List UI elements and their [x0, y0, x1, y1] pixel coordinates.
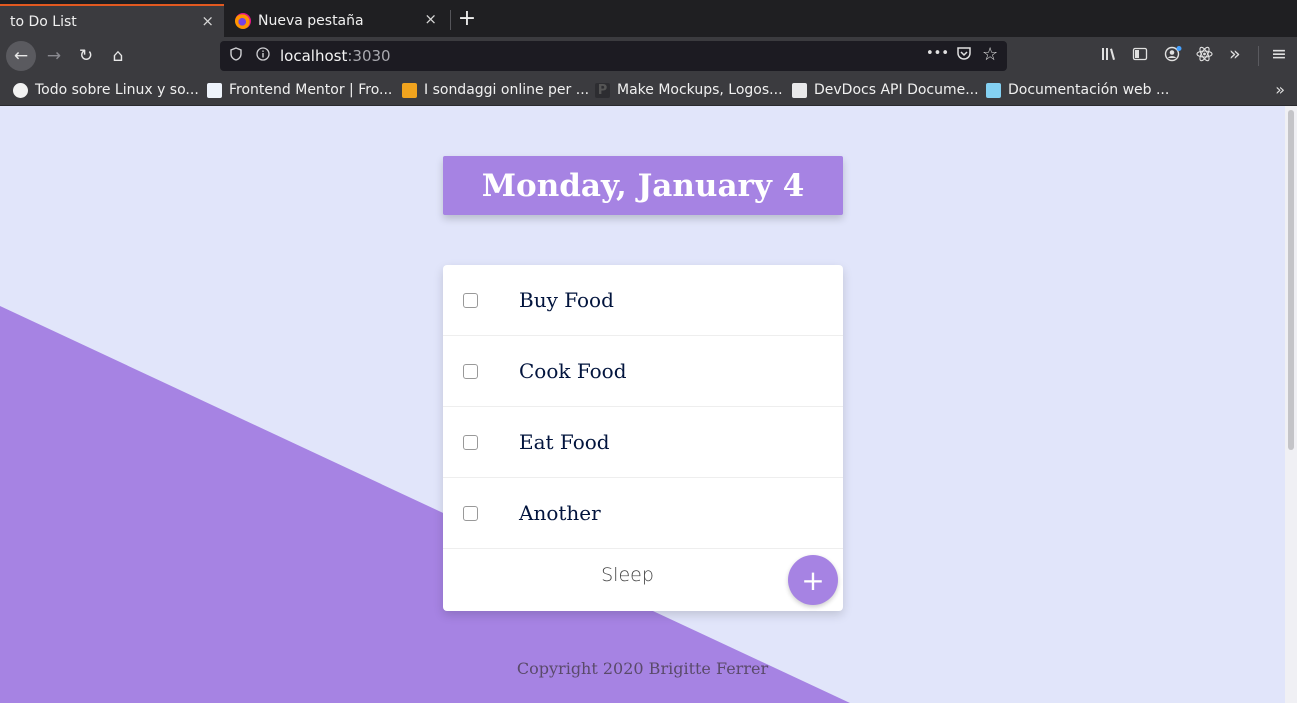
- devdocs-icon: [792, 82, 807, 98]
- page-scrollbar[interactable]: [1285, 106, 1297, 703]
- todo-item[interactable]: Eat Food: [443, 407, 843, 478]
- forward-button[interactable]: →: [40, 42, 68, 70]
- bookmark-label: DevDocs API Docume...: [814, 82, 979, 98]
- bookmark-item[interactable]: Frontend Mentor | Fro...: [207, 82, 392, 98]
- back-button[interactable]: ←: [6, 41, 36, 71]
- add-todo-row: +: [443, 549, 843, 611]
- bookmark-label: Todo sobre Linux y so...: [35, 82, 199, 98]
- url-host: localhost: [280, 47, 348, 65]
- bookmark-item[interactable]: DevDocs API Docume...: [792, 82, 979, 98]
- bookmarks-overflow-icon[interactable]: »: [1275, 80, 1285, 99]
- bookmark-item[interactable]: Todo sobre Linux y so...: [13, 82, 199, 98]
- new-todo-input[interactable]: [443, 563, 812, 587]
- bookmark-star-icon[interactable]: ☆: [982, 44, 998, 65]
- todo-text: Cook Food: [519, 359, 627, 383]
- tab-title: to Do List: [10, 13, 77, 30]
- tab-title: Nueva pestaña: [258, 12, 364, 29]
- add-todo-button[interactable]: +: [788, 555, 838, 605]
- mdn-icon: [986, 82, 1001, 98]
- navigation-toolbar: ← → ↻ ⌂ localhost:3030 ••• ☆ » ≡: [0, 37, 1297, 75]
- bookmark-item[interactable]: Documentación web ...: [986, 82, 1169, 98]
- bookmark-label: Make Mockups, Logos...: [617, 82, 783, 98]
- linux-penguin-icon: [13, 82, 28, 98]
- pocket-icon[interactable]: [956, 45, 972, 65]
- shield-icon[interactable]: [230, 47, 242, 65]
- hamburger-menu-icon[interactable]: ≡: [1271, 43, 1287, 65]
- footer-copyright: Copyright 2020 Brigitte Ferrer: [516, 659, 769, 678]
- close-icon[interactable]: ×: [201, 12, 214, 30]
- library-icon[interactable]: [1101, 46, 1117, 66]
- overflow-chevron-icon[interactable]: »: [1229, 43, 1241, 65]
- bookmark-label: Frontend Mentor | Fro...: [229, 82, 393, 98]
- scrollbar-thumb[interactable]: [1288, 110, 1294, 450]
- home-button[interactable]: ⌂: [104, 42, 132, 70]
- page-viewport: Monday, January 4 Buy Food Cook Food Eat…: [0, 106, 1285, 703]
- todo-text: Buy Food: [519, 288, 614, 312]
- reload-button[interactable]: ↻: [72, 42, 100, 70]
- bookmark-label: I sondaggi online per ...: [424, 82, 590, 98]
- tab-to-do-list[interactable]: to Do List ×: [0, 4, 224, 37]
- tab-bar: to Do List × Nueva pestaña × +: [0, 0, 1297, 37]
- account-icon[interactable]: [1164, 46, 1182, 66]
- url-text[interactable]: localhost:3030: [280, 47, 391, 65]
- firefox-icon: [235, 12, 251, 29]
- todo-text: Eat Food: [519, 430, 610, 454]
- bookmark-item[interactable]: P Make Mockups, Logos...: [595, 82, 783, 98]
- toolbar-divider: [1258, 46, 1259, 66]
- close-icon[interactable]: ×: [424, 10, 437, 28]
- bookmark-label: Documentación web ...: [1008, 82, 1170, 98]
- todo-checkbox[interactable]: [463, 363, 478, 379]
- todo-text: Another: [519, 501, 601, 525]
- tab-divider: [450, 10, 451, 30]
- survey-icon: [402, 82, 417, 98]
- sidebar-icon[interactable]: [1132, 46, 1148, 66]
- new-tab-button[interactable]: +: [457, 6, 477, 31]
- info-icon[interactable]: [256, 47, 270, 65]
- react-devtools-icon[interactable]: [1196, 46, 1213, 66]
- todo-checkbox[interactable]: [463, 505, 478, 521]
- todo-item[interactable]: Cook Food: [443, 336, 843, 407]
- todo-card: Buy Food Cook Food Eat Food Another +: [443, 265, 843, 611]
- todo-item[interactable]: Another: [443, 478, 843, 549]
- mockup-p-icon: P: [595, 82, 610, 98]
- todo-item[interactable]: Buy Food: [443, 265, 843, 336]
- tab-new-tab[interactable]: Nueva pestaña ×: [225, 4, 447, 37]
- page-actions-icon[interactable]: •••: [926, 46, 949, 61]
- frontend-mentor-icon: [207, 82, 222, 98]
- url-bar[interactable]: localhost:3030 ••• ☆: [220, 41, 1007, 71]
- date-heading: Monday, January 4: [443, 156, 843, 215]
- todo-checkbox[interactable]: [463, 434, 478, 450]
- todo-checkbox[interactable]: [463, 292, 478, 308]
- url-port: :3030: [347, 47, 391, 65]
- bookmark-item[interactable]: I sondaggi online per ...: [402, 82, 589, 98]
- bookmarks-toolbar: Todo sobre Linux y so... Frontend Mentor…: [0, 75, 1297, 106]
